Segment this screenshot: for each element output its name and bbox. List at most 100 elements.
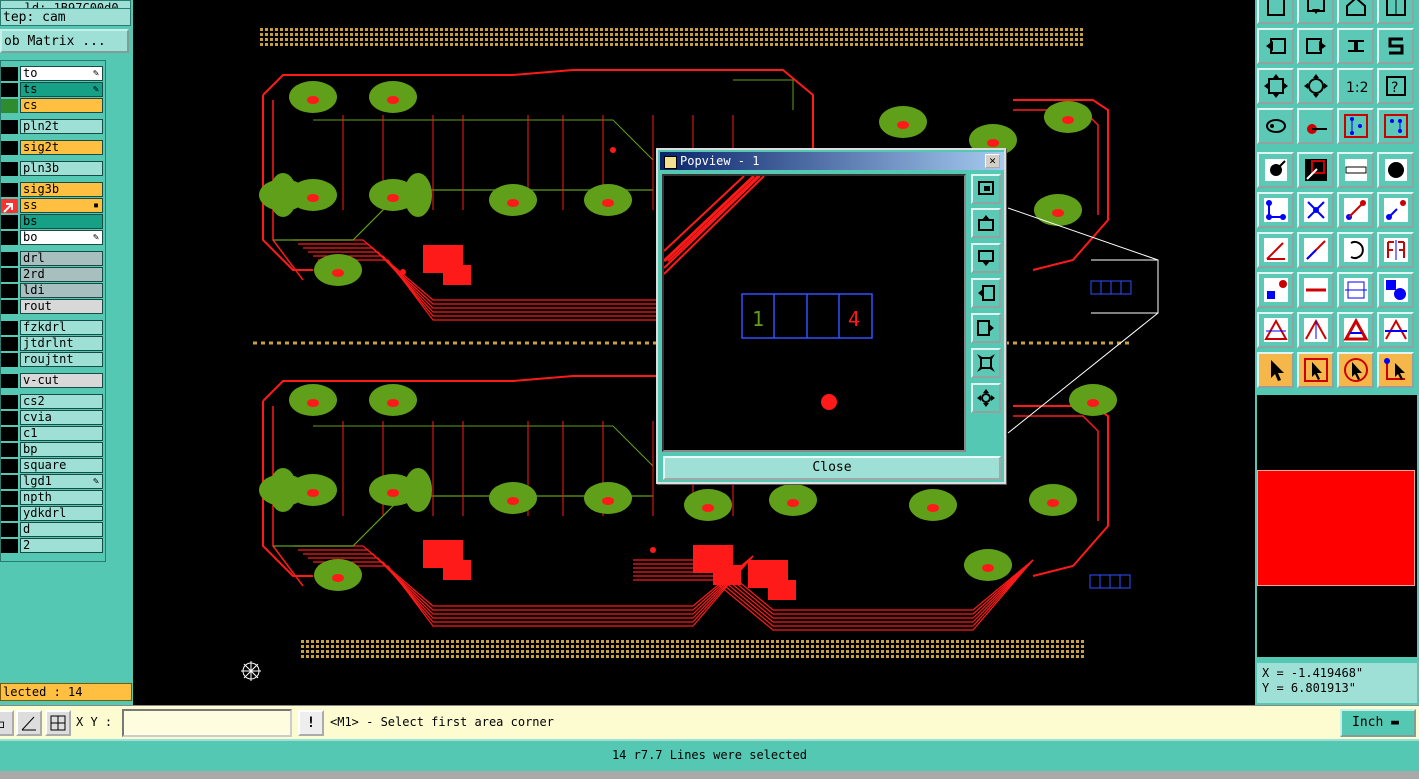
layer-name[interactable]: cs2 [20,394,103,409]
layer-row[interactable]: pln3b [1,161,105,176]
pointer-circle-button[interactable] [1337,352,1374,388]
layer-mark[interactable] [1,99,18,113]
pan-right-button[interactable] [1297,28,1334,64]
layer-mark[interactable] [1,215,18,229]
triangle-button[interactable] [1257,312,1294,348]
delete-point-button[interactable] [1297,192,1334,228]
layer-mark[interactable] [1,411,18,425]
layer-name[interactable]: ydkdrl [20,506,103,521]
layer-name[interactable]: cvia [20,410,103,425]
layer-name[interactable]: drl [20,251,103,266]
undo-icon[interactable]: ▫ [0,710,14,736]
line-red-button[interactable] [1297,272,1334,308]
scale-1-2-button[interactable]: 1:2 [1337,68,1374,104]
layer-name[interactable]: bp [20,442,103,457]
layer-mark[interactable] [1,337,18,351]
overview-window[interactable] [1257,470,1415,586]
layer-row[interactable]: 2 [1,538,105,553]
layer-row[interactable]: c1 [1,426,105,441]
layers-compare-alt-button[interactable] [1377,108,1414,144]
layer-name[interactable]: lgd1 ✎ [20,474,103,489]
layer-row[interactable]: npth [1,490,105,505]
layer-row[interactable]: bp [1,442,105,457]
layer-row[interactable]: cs [1,98,105,113]
layer-row[interactable]: sig3b [1,182,105,197]
alert-icon[interactable]: ! [298,710,324,736]
layer-row[interactable]: square [1,458,105,473]
triangle-up-button[interactable] [1297,312,1334,348]
triangle-split-button[interactable] [1377,312,1414,348]
home-button[interactable] [1337,0,1374,24]
layer-name[interactable]: sig2t [20,140,103,155]
unit-select[interactable]: Inch ▬ [1340,709,1416,737]
layer-row[interactable]: cvia [1,410,105,425]
angle-snap-icon[interactable] [16,710,42,736]
layer-mark[interactable] [1,321,18,335]
job-matrix-button[interactable]: ob Matrix ... [0,29,129,53]
layer-name[interactable]: npth [20,490,103,505]
pointer-box-button[interactable] [1297,352,1334,388]
zoom-out-button[interactable] [971,243,1001,273]
layer-name[interactable]: bo ✎ [20,230,103,245]
layer-mark[interactable] [1,141,18,155]
center-button[interactable] [1297,68,1334,104]
layer-row[interactable]: cs2 [1,394,105,409]
layer-name[interactable]: pln2t [20,119,103,134]
layer-mark[interactable] [1,539,18,553]
layer-row[interactable]: d [1,522,105,537]
select-net-button[interactable] [1257,152,1294,188]
layer-row[interactable]: drl [1,251,105,266]
mirror-button[interactable] [1377,232,1414,268]
pan-left-button[interactable] [1257,28,1294,64]
close-icon[interactable]: ✕ [985,154,1000,168]
layer-mark[interactable] [1,353,18,367]
layer-row[interactable]: sig2t [1,140,105,155]
layer-name[interactable]: jtdrlnt [20,336,103,351]
layer-name[interactable]: to ✎ [20,66,103,81]
layer-mark[interactable] [1,491,18,505]
layer-mark[interactable] [1,374,18,388]
layer-mark[interactable] [1,120,18,134]
layer-name[interactable]: sig3b [20,182,103,197]
layer-name[interactable]: 2rd [20,267,103,282]
dimension-button[interactable] [1337,272,1374,308]
arc-button[interactable] [1337,232,1374,268]
fit-button[interactable] [1257,68,1294,104]
layer-row[interactable]: roujtnt [1,352,105,367]
layer-name[interactable]: v-cut [20,373,103,388]
layer-name[interactable]: d [20,522,103,537]
zoom-in-button[interactable] [971,208,1001,238]
layer-row[interactable]: to ✎ [1,66,105,81]
layer-mark[interactable] [1,83,18,97]
layer-name[interactable]: pln3b [20,161,103,176]
layer-row[interactable]: 2rd [1,267,105,282]
layer-mark[interactable] [1,284,18,298]
layer-mark[interactable] [1,252,18,266]
popview-title-bar[interactable]: Popview - 1 ✕ [660,152,1004,170]
zoom-window-button[interactable] [971,174,1001,204]
layer-name[interactable]: cs [20,98,103,113]
layer-mark[interactable] [1,507,18,521]
zoom-fit-button[interactable] [971,348,1001,378]
layer-mark[interactable] [1,523,18,537]
zoom-home-button[interactable] [971,383,1001,413]
layer-name[interactable]: ldi [20,283,103,298]
layer-mark[interactable] [1,67,18,81]
layer-row[interactable]: fzkdrl [1,320,105,335]
layer-row[interactable]: bo ✎ [1,230,105,245]
layer-name[interactable]: ts ✎ [20,82,103,97]
line-button[interactable] [1297,232,1334,268]
layers-compare-button[interactable] [1337,108,1374,144]
layer-mark[interactable] [1,427,18,441]
popview-close-button[interactable]: Close [663,456,1001,480]
layer-row[interactable]: jtdrlnt [1,336,105,351]
xy-input[interactable] [122,709,292,737]
grid-button[interactable] [1377,0,1414,24]
probe-button[interactable] [1297,108,1334,144]
layer-row[interactable]: bs [1,214,105,229]
shape-button[interactable] [1377,272,1414,308]
ruler-button[interactable] [1337,152,1374,188]
pad-add-button[interactable] [1257,272,1294,308]
layer-name[interactable]: c1 [20,426,103,441]
help-button[interactable]: ? [1377,68,1414,104]
